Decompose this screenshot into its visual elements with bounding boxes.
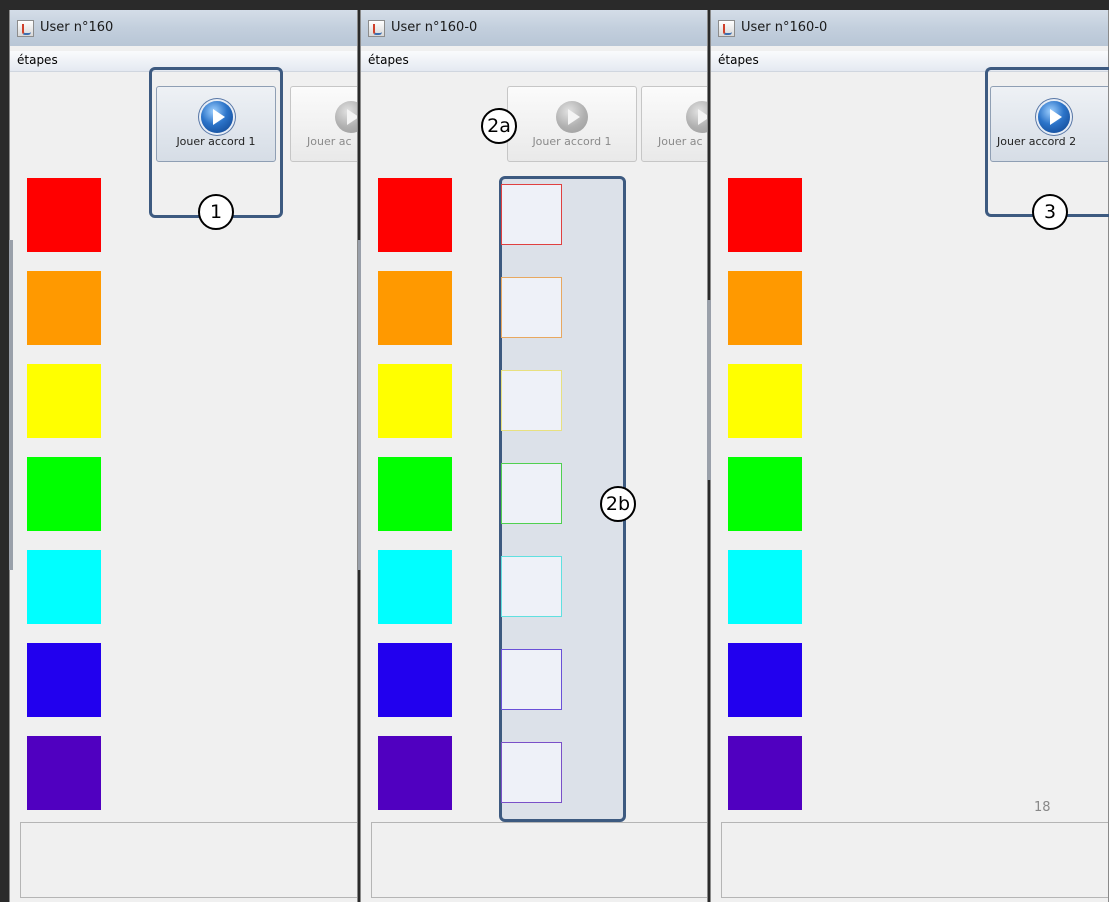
color-swatch-blue[interactable] xyxy=(378,643,452,717)
color-swatch-blue[interactable] xyxy=(27,643,101,717)
color-swatch-orange[interactable] xyxy=(728,271,802,345)
button-label: Jouer ac xyxy=(307,135,352,148)
color-swatch-red[interactable] xyxy=(378,178,452,252)
color-swatch-violet[interactable] xyxy=(27,736,101,810)
color-swatch-red[interactable] xyxy=(27,178,101,252)
menu-etapes[interactable]: étapes xyxy=(368,53,409,67)
java-icon xyxy=(368,20,385,37)
button-label: Jouer accord 1 xyxy=(532,135,612,148)
color-swatch-yellow[interactable] xyxy=(27,364,101,438)
target-slot-7[interactable] xyxy=(501,742,562,803)
color-swatch-red[interactable] xyxy=(728,178,802,252)
callout-2a: 2a xyxy=(481,108,517,144)
color-swatch-violet[interactable] xyxy=(728,736,802,810)
color-swatch-violet[interactable] xyxy=(378,736,452,810)
bottom-panel xyxy=(20,822,357,898)
window-edge-shadow xyxy=(9,240,13,570)
target-slot-2[interactable] xyxy=(501,277,562,338)
java-icon xyxy=(718,20,735,37)
title-bar[interactable]: User n°160-0 xyxy=(711,10,1108,46)
button-label: Jouer ac xyxy=(658,135,703,148)
play-chord-next-button[interactable]: Jouer ac xyxy=(290,86,357,162)
content-area: Jouer accord 1 Jouer ac 2a 2b xyxy=(361,72,707,902)
menu-bar: étapes xyxy=(361,51,707,72)
target-slot-1[interactable] xyxy=(501,184,562,245)
play-icon xyxy=(686,101,707,133)
window-title: User n°160 xyxy=(40,20,114,35)
color-swatch-yellow[interactable] xyxy=(378,364,452,438)
color-swatch-green[interactable] xyxy=(728,457,802,531)
target-slot-4[interactable] xyxy=(501,463,562,524)
color-swatch-green[interactable] xyxy=(378,457,452,531)
play-chord-next-button[interactable]: Jouer ac xyxy=(641,86,707,162)
bottom-panel xyxy=(371,822,707,898)
callout-3: 3 xyxy=(1032,194,1068,230)
play-chord-1-button[interactable]: Jouer accord 1 xyxy=(507,86,637,162)
color-swatch-blue[interactable] xyxy=(728,643,802,717)
window-2: User n°160-0 étapes Jouer accord 1 Jouer… xyxy=(360,10,708,902)
title-bar[interactable]: User n°160 xyxy=(10,10,357,46)
callout-2b: 2b xyxy=(600,486,636,522)
window-edge-shadow xyxy=(707,300,711,480)
play-icon xyxy=(556,101,588,133)
target-slot-5[interactable] xyxy=(501,556,562,617)
title-bar[interactable]: User n°160-0 xyxy=(361,10,707,46)
window-title: User n°160-0 xyxy=(741,20,828,35)
target-slot-3[interactable] xyxy=(501,370,562,431)
page-number: 18 xyxy=(1034,800,1051,815)
color-swatch-cyan[interactable] xyxy=(728,550,802,624)
java-icon xyxy=(17,20,34,37)
color-swatch-orange[interactable] xyxy=(27,271,101,345)
target-slot-6[interactable] xyxy=(501,649,562,710)
window-edge-shadow xyxy=(358,240,361,570)
menu-etapes[interactable]: étapes xyxy=(17,53,58,67)
window-title: User n°160-0 xyxy=(391,20,478,35)
menu-etapes[interactable]: étapes xyxy=(718,53,759,67)
color-swatch-green[interactable] xyxy=(27,457,101,531)
color-swatch-yellow[interactable] xyxy=(728,364,802,438)
play-icon xyxy=(335,101,357,133)
color-swatch-cyan[interactable] xyxy=(27,550,101,624)
bottom-panel xyxy=(721,822,1108,898)
color-swatch-cyan[interactable] xyxy=(378,550,452,624)
color-swatch-orange[interactable] xyxy=(378,271,452,345)
callout-1: 1 xyxy=(198,194,234,230)
